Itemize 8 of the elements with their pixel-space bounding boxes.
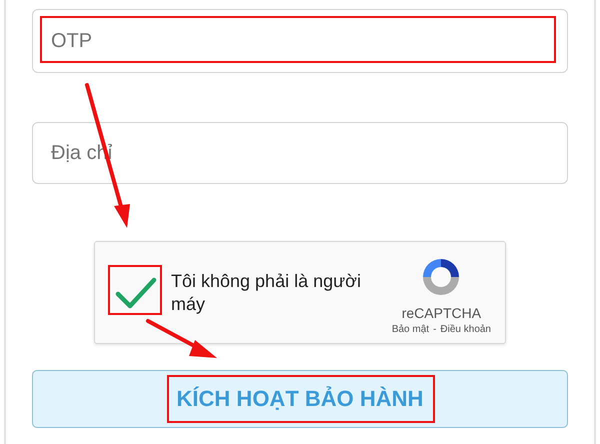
separator: - [433,324,436,334]
recaptcha-brand: reCAPTCHA [402,304,482,320]
policy-link[interactable]: Bảo mật [392,324,430,334]
captcha-label: Tôi không phải là người máy [171,270,362,316]
highlight-box [108,264,162,314]
checkmark-icon[interactable] [115,276,157,310]
input-field[interactable]: OTP [32,9,568,73]
policy-link[interactable]: Điều khoản [440,324,491,334]
